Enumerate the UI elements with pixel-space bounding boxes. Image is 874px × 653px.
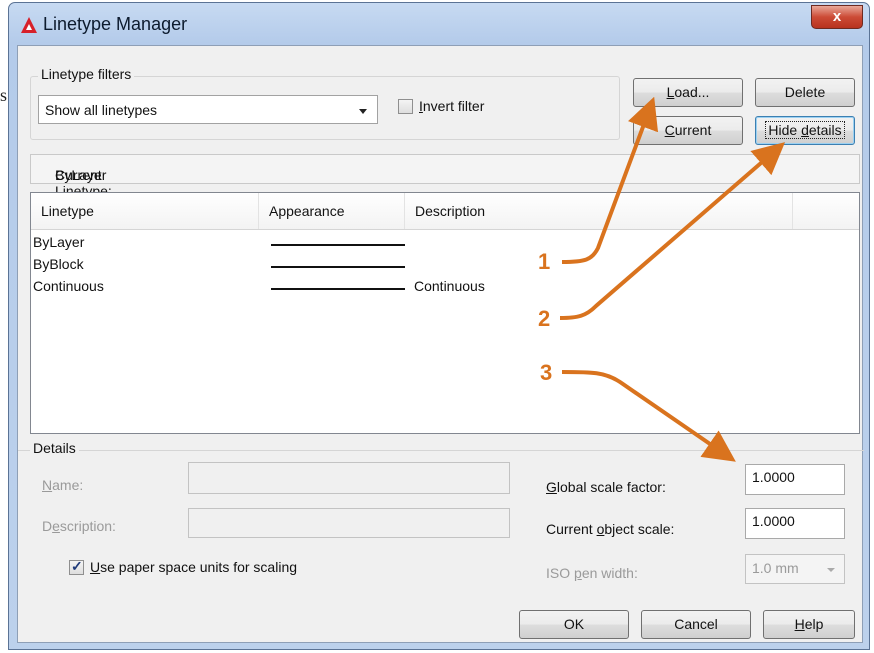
callout-1: 1 bbox=[538, 249, 551, 274]
callout-3: 3 bbox=[540, 360, 553, 385]
callout-2: 2 bbox=[538, 306, 551, 331]
arrow-2 bbox=[559, 142, 786, 320]
arrow-1 bbox=[561, 96, 659, 264]
annotation-arrows bbox=[559, 96, 786, 462]
arrow-3 bbox=[561, 370, 736, 462]
